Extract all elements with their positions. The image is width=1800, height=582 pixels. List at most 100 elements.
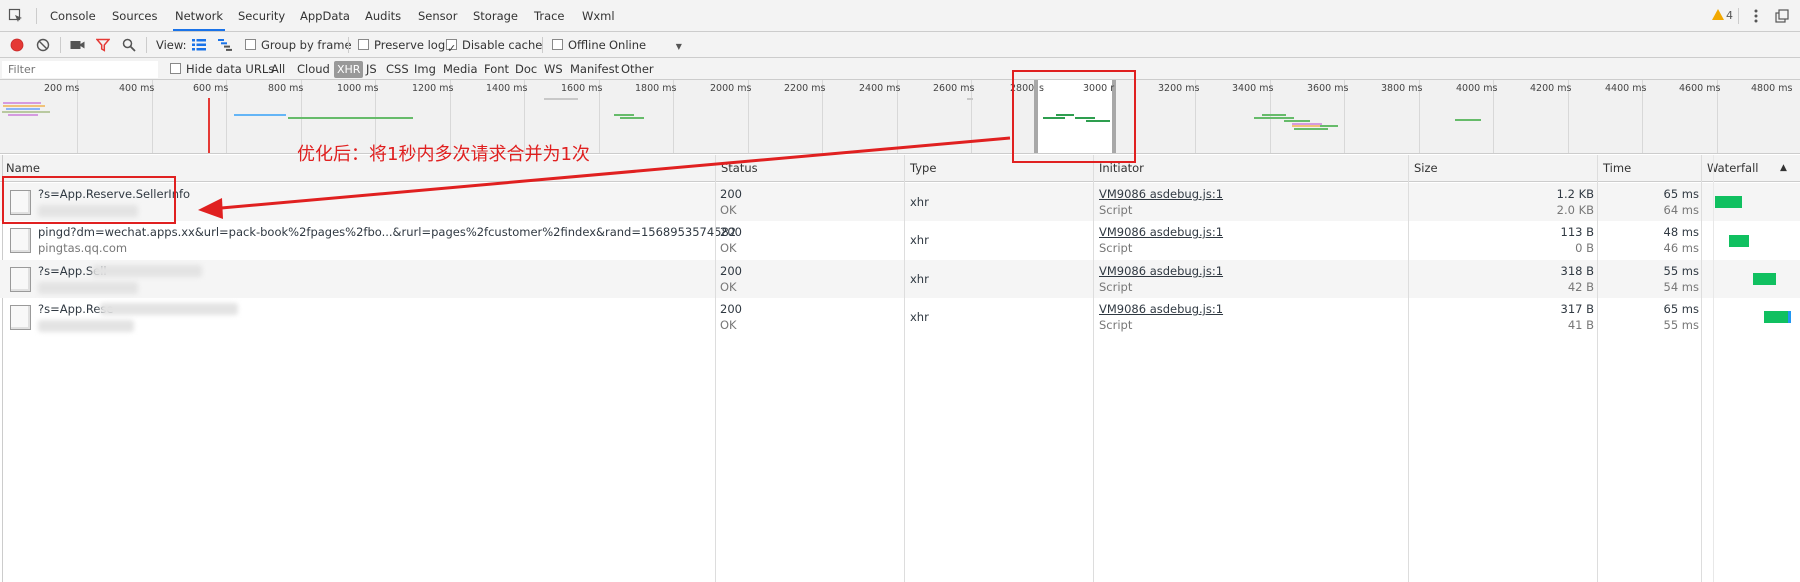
clear-icon[interactable] xyxy=(36,38,50,52)
status-code: 200 xyxy=(720,264,742,278)
column-header-type[interactable]: Type xyxy=(904,155,936,182)
column-divider xyxy=(1408,155,1409,582)
column-divider xyxy=(904,155,905,582)
waterfall-bar[interactable] xyxy=(1753,273,1776,285)
hide-data-urls-label: Hide data URLs xyxy=(186,62,275,76)
tab-sources[interactable]: Sources xyxy=(112,0,158,31)
overview-tick: 1000 ms xyxy=(337,83,379,94)
initiator-type: Script xyxy=(1099,241,1133,255)
overview-bar xyxy=(1294,128,1328,130)
overview-bar xyxy=(1262,114,1286,116)
waterfall-view-icon[interactable] xyxy=(218,39,232,51)
disable-cache-box[interactable] xyxy=(446,36,457,62)
table-row[interactable]: ?s=App.Sell 200 OK xhr VM9086 asdebug.js… xyxy=(0,260,1800,298)
column-header-time[interactable]: Time xyxy=(1597,155,1631,182)
table-row[interactable]: pingd?dm=wechat.apps.xx&url=pack-book%2f… xyxy=(0,221,1800,259)
filter-type-all[interactable]: All xyxy=(271,58,285,80)
filter-type-media[interactable]: Media xyxy=(443,58,478,80)
tab-wxml[interactable]: Wxml xyxy=(582,0,615,31)
screenshot-capture-icon[interactable] xyxy=(70,39,85,51)
overview-tick: 600 ms xyxy=(193,83,229,94)
initiator-link[interactable]: VM9086 asdebug.js:1 xyxy=(1099,264,1223,278)
overview-tick: 4000 ms xyxy=(1456,83,1498,94)
filter-icon[interactable] xyxy=(96,38,110,52)
filter-type-css[interactable]: CSS xyxy=(386,58,409,80)
disable-cache-checkbox[interactable]: Disable cache xyxy=(446,32,543,62)
status-code: 200 xyxy=(720,302,742,316)
filter-type-js[interactable]: JS xyxy=(366,58,377,80)
large-rows-icon[interactable] xyxy=(192,39,206,51)
column-header-waterfall[interactable]: Waterfall xyxy=(1701,155,1758,182)
tab-trace[interactable]: Trace xyxy=(534,0,565,31)
disable-cache-label: Disable cache xyxy=(462,38,543,52)
overview-bar xyxy=(544,98,578,100)
overview-tick: 800 ms xyxy=(268,83,304,94)
offline-checkbox[interactable]: Offline xyxy=(552,32,606,58)
network-overview-timeline[interactable]: 200 ms 400 ms 600 ms 800 ms 1000 ms 1200… xyxy=(0,80,1800,154)
overview-tick: 4800 ms xyxy=(1751,83,1793,94)
overview-bar xyxy=(614,114,634,116)
annotation-text: 优化后：将1秒内多次请求合并为1次 xyxy=(297,144,590,165)
column-header-size[interactable]: Size xyxy=(1408,155,1438,182)
column-header-status[interactable]: Status xyxy=(715,155,758,182)
overview-bar xyxy=(1284,120,1310,122)
undock-icon[interactable] xyxy=(1775,9,1789,23)
waterfall-bar[interactable] xyxy=(1715,196,1742,208)
tab-network[interactable]: Network xyxy=(173,0,226,31)
group-by-frame-checkbox[interactable]: Group by frame xyxy=(245,32,352,58)
table-row[interactable]: ?s=App.Reserve.SellerInfo 200 OK xhr VM9… xyxy=(0,183,1800,221)
overview-tick: 3400 ms xyxy=(1232,83,1274,94)
network-toolbar: View: Group by frame Preserve log Disabl… xyxy=(0,32,1800,62)
preserve-log-checkbox[interactable]: Preserve log xyxy=(358,32,445,58)
waterfall-bar[interactable] xyxy=(1764,311,1788,323)
overview-bar xyxy=(3,102,41,104)
chevron-down-icon: ▼ xyxy=(675,42,682,51)
overview-tick: 400 ms xyxy=(119,83,155,94)
offline-box[interactable] xyxy=(552,39,563,50)
latency-time: 54 ms xyxy=(1663,280,1699,294)
annotation-box-timeline xyxy=(1012,70,1136,163)
tab-security[interactable]: Security xyxy=(238,0,285,31)
warning-counter[interactable]: 4 xyxy=(1712,9,1733,23)
tab-audits[interactable]: Audits xyxy=(365,0,401,31)
filter-type-ws[interactable]: WS xyxy=(544,58,563,80)
sort-ascending-icon[interactable]: ▲ xyxy=(1780,155,1787,182)
filter-type-manifest[interactable]: Manifest xyxy=(570,58,619,80)
request-domain: pingtas.qq.com xyxy=(38,241,128,255)
group-by-frame-box[interactable] xyxy=(245,39,256,50)
column-divider xyxy=(715,155,716,582)
waterfall-bar[interactable] xyxy=(1729,235,1749,247)
hide-data-urls-checkbox[interactable]: Hide data URLs xyxy=(170,58,274,80)
filter-input[interactable] xyxy=(2,61,158,78)
preserve-log-box[interactable] xyxy=(358,39,369,50)
redacted-text xyxy=(92,265,202,277)
status-code: 200 xyxy=(720,225,742,239)
filter-type-doc[interactable]: Doc xyxy=(515,58,537,80)
tab-console[interactable]: Console xyxy=(50,0,96,31)
filter-type-img[interactable]: Img xyxy=(414,58,436,80)
tab-storage[interactable]: Storage xyxy=(473,0,518,31)
column-divider xyxy=(1093,155,1094,582)
inspect-element-icon[interactable] xyxy=(8,8,24,24)
filter-type-other[interactable]: Other xyxy=(621,58,654,80)
filter-bar: Hide data URLs All Cloud XHR JS CSS Img … xyxy=(0,58,1800,80)
tab-appdata[interactable]: AppData xyxy=(300,0,350,31)
table-row[interactable]: ?s=App.Rese 200 OK xhr VM9086 asdebug.js… xyxy=(0,298,1800,336)
filter-type-font[interactable]: Font xyxy=(484,58,509,80)
more-options-icon[interactable] xyxy=(1749,8,1763,24)
initiator-link[interactable]: VM9086 asdebug.js:1 xyxy=(1099,187,1223,201)
filter-type-xhr[interactable]: XHR xyxy=(334,61,364,78)
filter-type-cloud[interactable]: Cloud xyxy=(297,58,330,80)
throttling-select[interactable]: Online ▼ xyxy=(609,32,682,58)
overview-bar xyxy=(1320,125,1338,127)
search-icon[interactable] xyxy=(122,38,136,52)
transfer-size: 317 B xyxy=(1560,302,1595,316)
hide-data-urls-box[interactable] xyxy=(170,63,181,74)
initiator-link[interactable]: VM9086 asdebug.js:1 xyxy=(1099,225,1223,239)
tab-sensor[interactable]: Sensor xyxy=(418,0,457,31)
overview-tick: 1400 ms xyxy=(486,83,528,94)
initiator-link[interactable]: VM9086 asdebug.js:1 xyxy=(1099,302,1223,316)
record-icon[interactable] xyxy=(10,38,24,52)
resource-size: 2.0 KB xyxy=(1556,203,1594,217)
waterfall-bar-download xyxy=(1788,311,1791,323)
